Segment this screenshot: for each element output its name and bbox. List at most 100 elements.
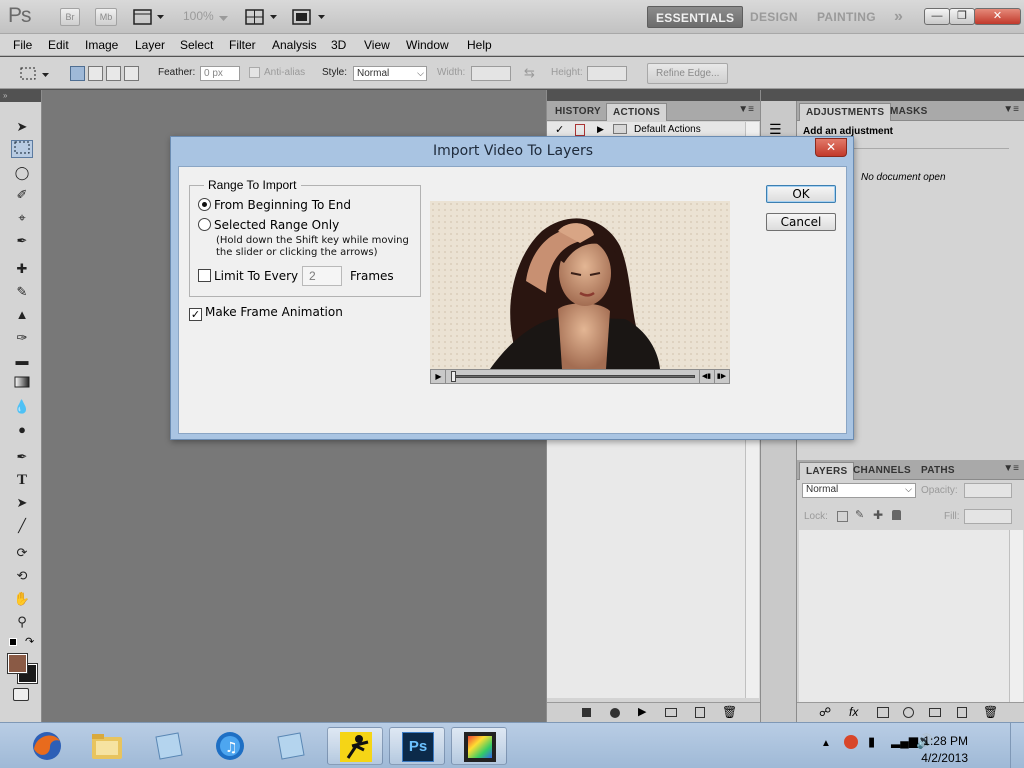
menu-layer[interactable]: Layer [135,38,165,52]
healing-brush-tool-icon[interactable]: ✚ [11,260,33,278]
lock-transparency-icon[interactable] [837,511,848,522]
tab-actions[interactable]: ACTIONS [606,103,668,121]
bridge-button[interactable]: Br [60,8,80,26]
panel-menu-icon[interactable]: ▼≡ [1003,104,1019,115]
frames-interval-input[interactable]: 2 [302,266,342,286]
anti-alias-checkbox[interactable] [249,67,260,78]
action-center-icon[interactable] [844,735,858,749]
mini-bridge-button[interactable]: Mb [95,8,117,26]
zoom-chevron-down-icon[interactable] [219,12,229,26]
default-colors-icon[interactable] [9,638,17,646]
new-set-icon[interactable] [665,708,677,717]
taskbar-explorer[interactable] [80,727,136,765]
menu-view[interactable]: View [364,38,390,52]
layers-scrollbar[interactable] [1009,530,1023,702]
menu-analysis[interactable]: Analysis [272,38,317,52]
zoom-level[interactable]: 100% [183,9,214,23]
clock-date[interactable]: 4/2/2013 [921,751,968,765]
toggle-checkmark-icon[interactable]: ✓ [555,123,564,136]
workspace-painting[interactable]: PAINTING [809,6,884,28]
delete-layer-icon[interactable]: 🗑 [983,705,998,719]
play-icon[interactable]: ▶ [638,705,646,718]
pen-tool-icon[interactable]: ✒ [11,448,33,466]
power-icon[interactable]: ▮ [868,734,875,750]
foreground-color-swatch[interactable] [7,653,28,674]
new-layer-icon[interactable] [957,707,967,718]
add-to-selection-icon[interactable] [88,66,103,81]
cancel-button[interactable]: Cancel [766,213,836,231]
workspace-overflow-button[interactable]: » [886,6,911,28]
move-tool-icon[interactable]: ➤ [11,118,33,136]
lock-pixels-icon[interactable]: ✎ [855,508,864,521]
path-selection-tool-icon[interactable]: ➤ [11,494,33,512]
layer-style-fx-icon[interactable]: fx [849,705,858,719]
refine-edge-button[interactable]: Refine Edge... [647,63,729,84]
option-from-beginning-to-end[interactable]: From Beginning To End [198,198,351,212]
arrange-documents-menu[interactable] [245,8,281,29]
lock-position-icon[interactable]: ✚ [873,508,883,522]
view-extras-menu[interactable] [133,8,167,29]
taskbar-app-generic-2[interactable] [262,727,318,765]
expand-triangle-icon[interactable]: ▶ [597,124,604,135]
adjustment-layer-icon[interactable] [903,707,914,718]
limit-to-every-checkbox[interactable]: Limit To Every [198,269,298,283]
stop-icon[interactable] [582,708,591,717]
swap-colors-icon[interactable]: ↷ [25,635,34,648]
show-hidden-icons-icon[interactable]: ▲ [821,738,831,749]
dialog-toggle-icon[interactable] [575,124,585,136]
blend-mode-select[interactable]: Normal ⌵ [802,483,916,498]
width-input[interactable] [471,66,511,81]
lock-all-icon[interactable] [892,510,901,520]
feather-input[interactable]: 0 px [200,66,240,81]
option-selected-range-only[interactable]: Selected Range Only [198,218,339,232]
menu-edit[interactable]: Edit [48,38,69,52]
delete-icon[interactable]: 🗑 [722,705,737,719]
3d-rotate-tool-icon[interactable]: ⟳ [11,544,33,562]
tab-history[interactable]: HISTORY [549,103,607,121]
video-scrub-track[interactable] [453,375,695,378]
clone-stamp-tool-icon[interactable]: ▲ [11,306,33,324]
intersect-selection-icon[interactable] [124,66,139,81]
3d-orbit-tool-icon[interactable]: ⟲ [11,567,33,585]
eraser-tool-icon[interactable]: ▬ [11,352,33,370]
record-icon[interactable] [610,708,620,718]
taskbar-app-generic-1[interactable] [140,727,196,765]
panel-menu-icon[interactable]: ▼≡ [738,104,754,115]
video-scrub-handle[interactable] [451,371,456,382]
tool-preset-picker[interactable] [18,64,52,87]
tab-paths[interactable]: PATHS [915,462,961,480]
type-tool-icon[interactable]: T [11,471,33,489]
height-input[interactable] [587,66,627,81]
lasso-tool-icon[interactable]: ◯ [11,164,33,182]
blur-tool-icon[interactable]: 💧 [11,398,33,416]
tab-masks[interactable]: MASKS [884,103,934,121]
menu-image[interactable]: Image [85,38,118,52]
link-layers-icon[interactable]: ☍ [819,705,831,719]
brush-tool-icon[interactable]: ✎ [11,283,33,301]
menu-window[interactable]: Window [406,38,449,52]
subtract-from-selection-icon[interactable] [106,66,121,81]
quick-mask-icon[interactable] [13,688,29,701]
show-desktop-button[interactable] [1010,723,1024,768]
fill-input[interactable] [964,509,1012,524]
new-action-icon[interactable] [695,707,705,718]
step-forward-button[interactable]: ▮▶ [714,370,728,383]
screen-mode-menu[interactable] [292,8,328,29]
crop-tool-icon[interactable]: ⌖ [11,209,33,227]
taskbar-photoshop[interactable]: Ps [389,727,445,765]
hand-tool-icon[interactable]: ✋ [11,590,33,608]
menu-filter[interactable]: Filter [229,38,256,52]
taskbar-itunes[interactable]: ♫ [202,727,258,765]
dodge-tool-icon[interactable]: ● [11,421,33,439]
opacity-input[interactable] [964,483,1012,498]
rectangular-marquee-tool-icon[interactable] [11,140,33,158]
taskbar-aim[interactable] [327,727,383,765]
play-button[interactable]: ▶ [432,370,446,383]
taskbar-media-app[interactable] [451,727,507,765]
tab-channels[interactable]: CHANNELS [847,462,917,480]
menu-select[interactable]: Select [180,38,213,52]
new-selection-icon[interactable] [70,66,85,81]
make-frame-animation-checkbox[interactable]: ✓ Make Frame Animation [189,305,343,321]
dialog-close-button[interactable]: ✕ [815,138,847,157]
workspace-design[interactable]: DESIGN [742,6,806,28]
